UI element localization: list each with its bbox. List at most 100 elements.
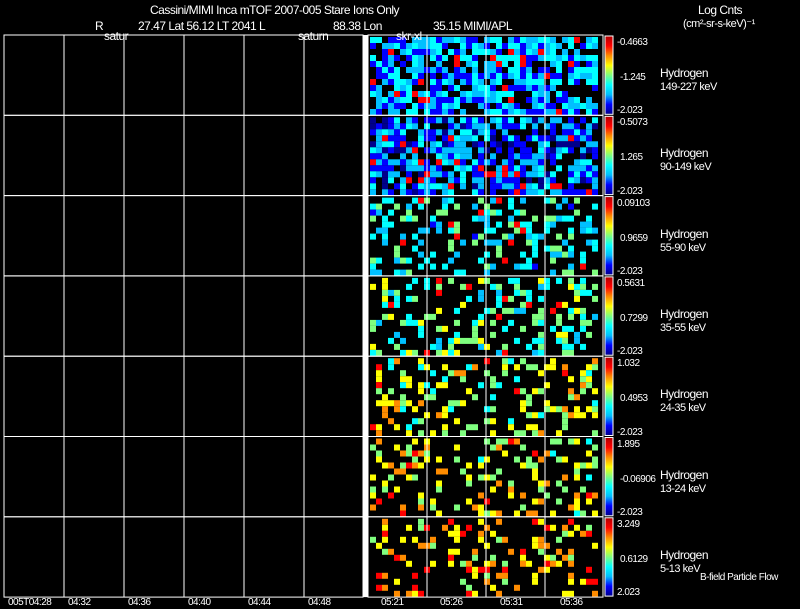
heatmap-cell [370, 165, 376, 172]
heatmap-cell [388, 474, 394, 481]
heatmap-cell [454, 103, 460, 109]
heatmap-cell [562, 135, 568, 142]
heatmap-cell [490, 209, 496, 216]
heatmap-cell [532, 37, 538, 43]
heatmap-cell [430, 504, 436, 511]
energy-range-label: 24-35 keV [660, 402, 706, 415]
heatmap-cell [496, 251, 502, 258]
heatmap-cell [448, 147, 454, 154]
heatmap-cell [490, 376, 496, 383]
heatmap-cell [388, 189, 394, 196]
heatmap-cell [526, 263, 532, 270]
heatmap-cell [478, 103, 484, 109]
heatmap-cell [586, 189, 592, 196]
heatmap-cell [520, 171, 526, 178]
heatmap-cell [532, 263, 538, 270]
heatmap-cell [526, 49, 532, 55]
heatmap-cell [484, 103, 490, 109]
heatmap-cell [568, 394, 574, 401]
heatmap-cell [550, 358, 556, 365]
heatmap-cell [520, 73, 526, 79]
heatmap-cell [562, 364, 568, 371]
heatmap-cell [550, 450, 556, 457]
heatmap-cell [514, 171, 520, 178]
heatmap-cell [388, 165, 394, 172]
heatmap-cell [442, 159, 448, 166]
heatmap-cell [370, 424, 376, 431]
heatmap-cell [442, 91, 448, 97]
heatmap-cell [412, 55, 418, 61]
heatmap-cell [538, 518, 544, 525]
heatmap-cell [454, 504, 460, 511]
heatmap-cell [532, 430, 538, 437]
heatmap-cell [418, 141, 424, 148]
heatmap-cell [490, 554, 496, 561]
heatmap-cell [508, 221, 514, 228]
heatmap-cell [412, 123, 418, 130]
heatmap-cell [532, 55, 538, 61]
heatmap-cell [382, 584, 388, 591]
heatmap-cell [478, 123, 484, 130]
heatmap-cell [460, 67, 466, 73]
heatmap-cell [550, 406, 556, 413]
heatmap-cell [502, 358, 508, 365]
heatmap-cell [436, 277, 442, 284]
heatmap-cell [448, 79, 454, 85]
heatmap-cell [370, 129, 376, 136]
heatmap-cell [532, 510, 538, 517]
heatmap-cell [466, 295, 472, 302]
heatmap-cell [592, 67, 598, 73]
heatmap-cell [448, 560, 454, 567]
heatmap-cell [586, 438, 592, 445]
heatmap-cell [394, 468, 400, 475]
heatmap-cell [454, 233, 460, 240]
heatmap-cell [580, 530, 586, 537]
heatmap-cell [472, 91, 478, 97]
heatmap-cell [574, 171, 580, 178]
heatmap-cell [592, 358, 598, 365]
heatmap-cell [460, 301, 466, 308]
heatmap-cell [466, 474, 472, 481]
colorbar-max-label: 1.032 [617, 358, 640, 370]
heatmap-cell [436, 109, 442, 115]
heatmap-cell [568, 129, 574, 136]
heatmap-cell [478, 215, 484, 222]
heatmap-cell [490, 444, 496, 451]
heatmap-cell [526, 227, 532, 234]
heatmap-cell [586, 103, 592, 109]
heatmap-cell [484, 37, 490, 43]
heatmap-cell [478, 197, 484, 204]
heatmap-cell [400, 269, 406, 276]
heatmap-cell [508, 189, 514, 196]
heatmap-cell [472, 572, 478, 579]
heatmap-cell [466, 153, 472, 160]
heatmap-cell [472, 394, 478, 401]
heatmap-cell [502, 295, 508, 302]
heatmap-cell [562, 239, 568, 246]
heatmap-cell [370, 492, 376, 499]
heatmap-cell [514, 37, 520, 43]
heatmap-cell [484, 307, 490, 314]
heatmap-cell [412, 474, 418, 481]
heatmap-cell [448, 85, 454, 91]
heatmap-cell [448, 343, 454, 350]
heatmap-cell [586, 450, 592, 457]
heatmap-cell [532, 313, 538, 320]
heatmap-cell [586, 159, 592, 166]
heatmap-cell [442, 103, 448, 109]
colorbar-mid-label: 1.265 [620, 152, 643, 164]
heatmap-cell [460, 153, 466, 160]
heatmap-cell [382, 486, 388, 493]
heatmap-cell [406, 147, 412, 154]
heatmap-cell [412, 590, 418, 597]
heatmap-cell [370, 203, 376, 210]
heatmap-cell [430, 55, 436, 61]
heatmap-cell [376, 97, 382, 103]
heatmap-cell [538, 55, 544, 61]
heatmap-cell [592, 55, 598, 61]
heatmap-cell [556, 548, 562, 555]
heatmap-cell [370, 444, 376, 451]
heatmap-cell [586, 221, 592, 228]
heatmap-cell [442, 171, 448, 178]
heatmap-cell [472, 117, 478, 124]
